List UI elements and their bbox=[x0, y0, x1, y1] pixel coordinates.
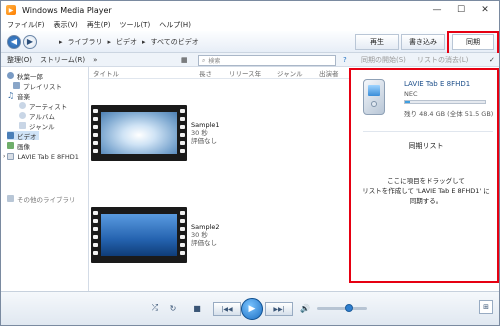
menu-file[interactable]: ファイル(F) bbox=[7, 20, 45, 30]
video-meta-sample2: Sample2 30 秒 評価なし bbox=[191, 223, 220, 247]
video-meta-sample1: Sample1 30 秒 評価なし bbox=[191, 121, 220, 145]
menu-tools[interactable]: ツール(T) bbox=[119, 20, 150, 30]
search-placeholder: 検索 bbox=[208, 58, 221, 65]
more-button[interactable]: » bbox=[93, 56, 97, 64]
sidebar-item-playlist[interactable]: プレイリスト bbox=[13, 81, 62, 91]
organize-button[interactable]: 整理(O) bbox=[7, 55, 32, 65]
play-icon: ▶ bbox=[248, 304, 256, 314]
sidebar-item-video[interactable]: ビデオ bbox=[7, 131, 39, 141]
view-options-icon[interactable]: ▦ bbox=[181, 56, 188, 64]
volume-knob[interactable] bbox=[345, 304, 353, 312]
device-icon bbox=[7, 153, 15, 160]
help-icon[interactable]: ? bbox=[343, 56, 347, 64]
breadcrumb-all-videos[interactable]: すべてのビデオ bbox=[151, 37, 199, 47]
title-bar: ▶ Windows Media Player — ☐ ✕ bbox=[1, 1, 499, 19]
sync-options-icon[interactable]: ✓ bbox=[489, 56, 495, 64]
volume-slider[interactable] bbox=[317, 304, 367, 312]
breadcrumb-video[interactable]: ビデオ bbox=[116, 37, 137, 47]
sidebar-item-user[interactable]: 秋葉一郎 bbox=[7, 71, 43, 81]
sidebar-item-device[interactable]: › LAVIE Tab E 8FHD1 bbox=[3, 152, 79, 161]
volume-icon[interactable]: 🔊 bbox=[299, 302, 311, 314]
next-icon: ▶▶| bbox=[273, 305, 285, 313]
menu-play[interactable]: 再生(P) bbox=[87, 20, 111, 30]
sidebar-item-artist[interactable]: アーティスト bbox=[19, 101, 67, 111]
minimize-icon[interactable]: — bbox=[425, 1, 449, 19]
tab-play[interactable]: 再生 bbox=[355, 34, 399, 50]
search-input[interactable]: ⌕ 検索 bbox=[198, 55, 336, 66]
sidebar-item-album[interactable]: アルバム bbox=[19, 111, 55, 121]
album-icon bbox=[19, 112, 26, 119]
column-header: タイトル 長さ リリース年 ジャンル 出演者 bbox=[89, 67, 351, 79]
repeat-icon[interactable]: ↻ bbox=[167, 302, 179, 314]
switch-to-now-playing-icon[interactable]: ⊞ bbox=[479, 300, 493, 314]
chevron-right-icon: › bbox=[3, 153, 6, 160]
start-sync-button[interactable]: 同期の開始(S) bbox=[361, 55, 406, 65]
menu-view[interactable]: 表示(V) bbox=[54, 20, 78, 30]
forward-icon[interactable]: ▶ bbox=[23, 34, 37, 49]
music-icon: ♫ bbox=[7, 91, 15, 100]
sidebar-item-picture[interactable]: 画像 bbox=[7, 141, 30, 151]
playlist-icon bbox=[13, 82, 20, 89]
video-title[interactable]: Sample2 bbox=[191, 223, 220, 231]
stream-button[interactable]: ストリーム(R) bbox=[40, 55, 85, 65]
sidebar-item-genre[interactable]: ジャンル bbox=[19, 121, 55, 131]
breadcrumb-separator-icon: ▸ bbox=[59, 37, 63, 46]
menu-bar: ファイル(F) 表示(V) 再生(P) ツール(T) ヘルプ(H) bbox=[1, 19, 499, 31]
breadcrumb-separator-icon: ▸ bbox=[107, 37, 112, 46]
next-button[interactable]: ▶▶| bbox=[265, 302, 293, 316]
sync-panel-highlight bbox=[349, 68, 499, 283]
video-length: 30 秒 bbox=[191, 231, 208, 239]
previous-button[interactable]: |◀◀ bbox=[213, 302, 241, 316]
column-artist[interactable]: 出演者 bbox=[319, 68, 339, 78]
menu-help[interactable]: ヘルプ(H) bbox=[159, 20, 191, 30]
back-icon[interactable]: ◀ bbox=[7, 34, 21, 49]
sync-tab-highlight bbox=[447, 31, 499, 55]
column-title[interactable]: タイトル bbox=[93, 68, 119, 78]
user-icon bbox=[7, 72, 14, 79]
library-sidebar: 秋葉一郎 プレイリスト ♫ 音楽 アーティスト アルバム ジャンル ビデオ 画像 … bbox=[1, 67, 89, 291]
video-thumbnail-sample1[interactable] bbox=[91, 105, 187, 161]
previous-icon: |◀◀ bbox=[221, 305, 233, 313]
clear-list-button[interactable]: リストの消去(L) bbox=[417, 55, 468, 65]
video-rating[interactable]: 評価なし bbox=[191, 137, 220, 145]
genre-icon bbox=[19, 122, 26, 129]
column-release-year[interactable]: リリース年 bbox=[229, 68, 261, 78]
breadcrumb: ▸ ライブラリ ▸ ビデオ ▸ すべてのビデオ bbox=[59, 37, 204, 47]
other-library-icon bbox=[7, 195, 14, 202]
breadcrumb-separator-icon: ▸ bbox=[142, 37, 146, 46]
picture-icon bbox=[7, 142, 14, 149]
media-player-window: ▶ Windows Media Player — ☐ ✕ ファイル(F) 表示(… bbox=[0, 0, 500, 326]
sidebar-item-music[interactable]: ♫ 音楽 bbox=[7, 91, 30, 101]
video-list: Sample1 30 秒 評価なし Sample2 30 秒 評価なし bbox=[89, 79, 351, 291]
tab-burn[interactable]: 書き込み bbox=[401, 34, 445, 50]
column-genre[interactable]: ジャンル bbox=[277, 68, 303, 78]
stop-icon[interactable]: ■ bbox=[191, 302, 203, 314]
video-length: 30 秒 bbox=[191, 129, 208, 137]
video-thumbnail-sample2[interactable] bbox=[91, 207, 187, 263]
column-length[interactable]: 長さ bbox=[199, 68, 212, 78]
app-icon: ▶ bbox=[6, 5, 16, 15]
video-title[interactable]: Sample1 bbox=[191, 121, 220, 129]
close-icon[interactable]: ✕ bbox=[473, 1, 497, 19]
video-rating[interactable]: 評価なし bbox=[191, 239, 220, 247]
play-button[interactable]: ▶ bbox=[241, 298, 263, 320]
sidebar-item-other-libraries[interactable]: その他のライブラリ bbox=[7, 194, 76, 204]
artist-icon bbox=[19, 102, 26, 109]
search-icon: ⌕ bbox=[202, 56, 206, 64]
breadcrumb-library[interactable]: ライブラリ bbox=[68, 37, 103, 47]
window-title: Windows Media Player bbox=[22, 5, 112, 15]
maximize-icon[interactable]: ☐ bbox=[449, 1, 473, 19]
video-icon bbox=[7, 132, 14, 139]
shuffle-icon[interactable]: ⤮ bbox=[149, 302, 161, 314]
